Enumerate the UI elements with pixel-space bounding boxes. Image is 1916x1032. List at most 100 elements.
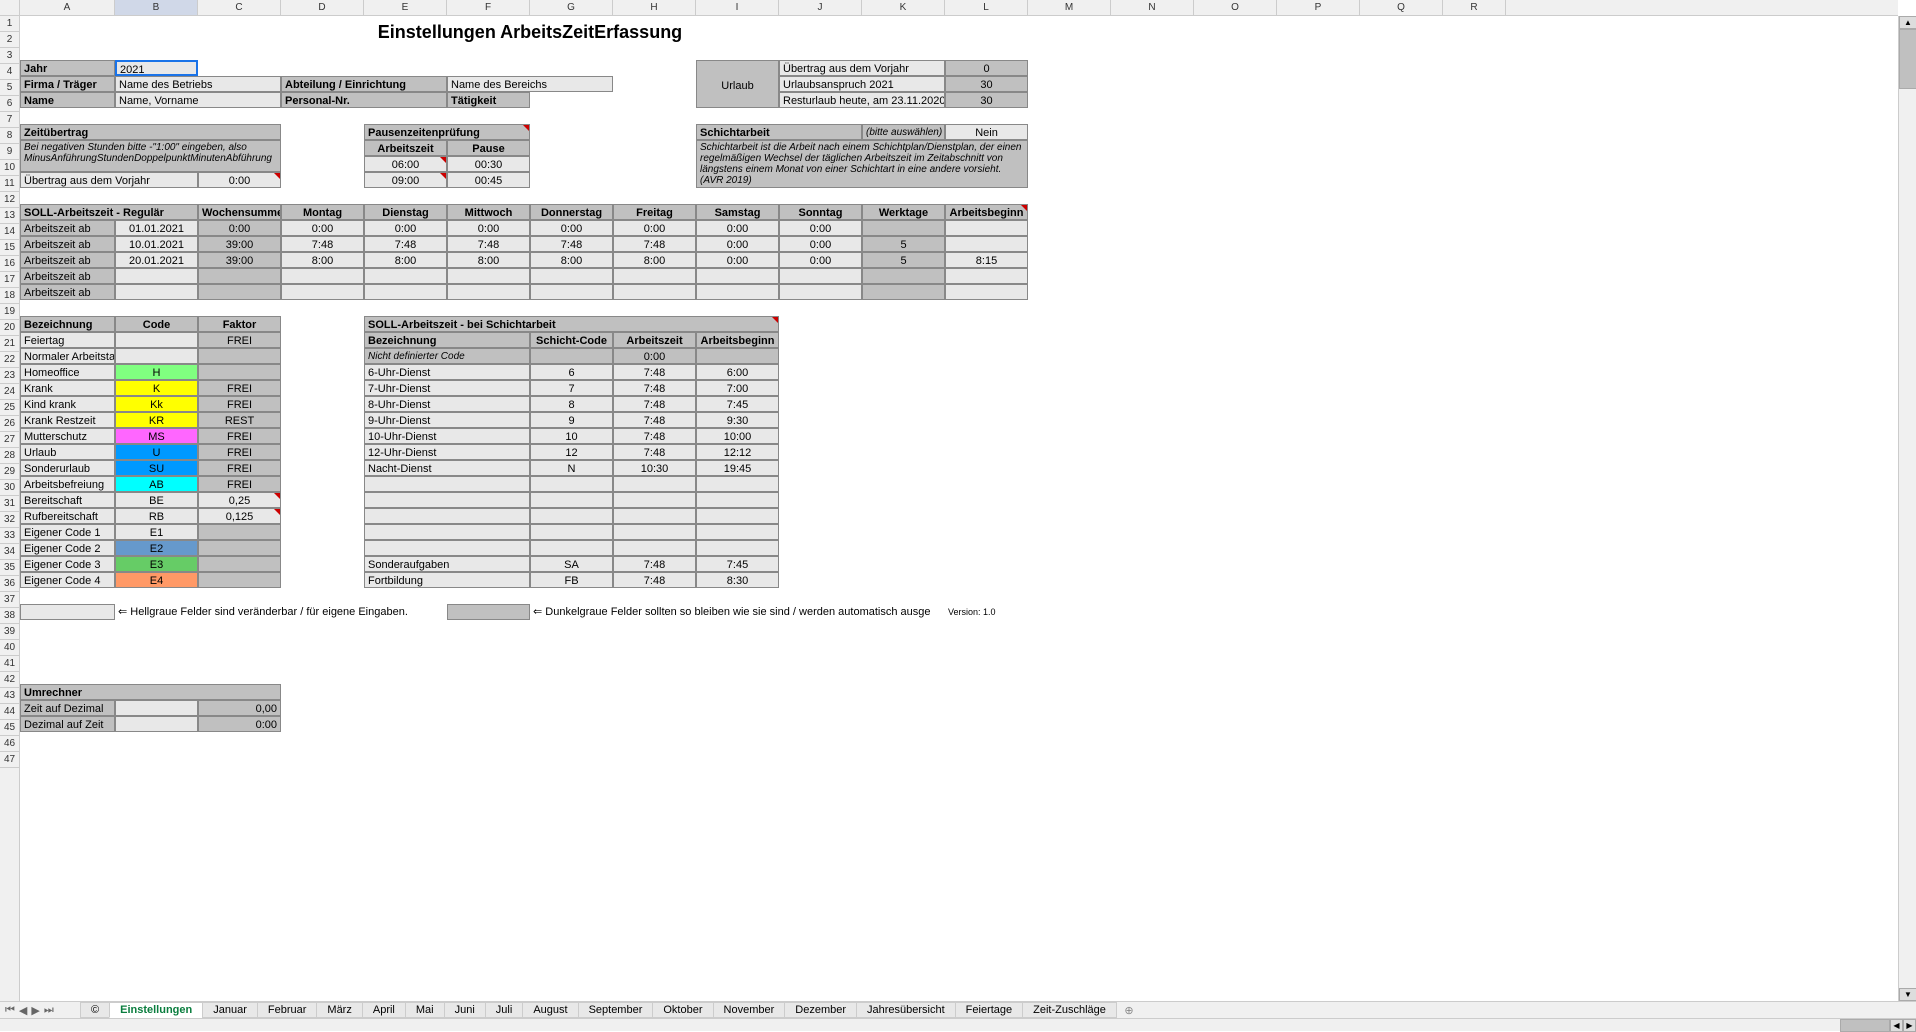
soll-fr-3[interactable] [613,268,696,284]
row-header-4[interactable]: 4 [0,64,19,80]
schichtsoll-h3[interactable]: Arbeitszeit [613,332,696,348]
code-faktor-15[interactable] [198,572,281,588]
pausen-r1-pause[interactable]: 00:30 [447,156,530,172]
schichtsoll-ab-1[interactable]: 7:00 [696,380,779,396]
umrechner-r2-input[interactable] [115,716,198,732]
umrechner-title[interactable]: Umrechner [20,684,281,700]
schichtsoll-extra-ab-1[interactable]: 8:30 [696,572,779,588]
schichtsoll-az-5[interactable]: 7:48 [613,444,696,460]
urlaub-anspruch-label[interactable]: Urlaubsanspruch 2021 [779,76,945,92]
schichtsoll-b-1[interactable]: 7-Uhr-Dienst [364,380,530,396]
soll-wt-3[interactable] [862,268,945,284]
soll-fr-0[interactable]: 0:00 [613,220,696,236]
umrechner-r1-input[interactable] [115,700,198,716]
row-header-19[interactable]: 19 [0,304,19,320]
row-header-32[interactable]: 32 [0,512,19,528]
code-code-2[interactable]: H [115,364,198,380]
horizontal-scrollbar[interactable]: ◀ ▶ [0,1018,1916,1031]
soll-ab-4[interactable] [945,284,1028,300]
schichtsoll-ab-5[interactable]: 12:12 [696,444,779,460]
schicht-hint[interactable]: (bitte auswählen) [862,124,945,140]
row-header-33[interactable]: 33 [0,528,19,544]
schichtsoll-h2[interactable]: Schicht-Code [530,332,613,348]
legend-dark-text[interactable]: ⇐ Dunkelgraue Felder sollten so bleiben … [530,604,945,620]
schichtsoll-ab-4[interactable]: 10:00 [696,428,779,444]
soll-sum-3[interactable] [198,268,281,284]
soll-sa-2[interactable]: 0:00 [696,252,779,268]
schichtsoll-c-1[interactable]: 7 [530,380,613,396]
row-header-21[interactable]: 21 [0,336,19,352]
pausen-r2-arbeitszeit[interactable]: 09:00 [364,172,447,188]
soll-fr-4[interactable] [613,284,696,300]
schichtsoll-b-2[interactable]: 8-Uhr-Dienst [364,396,530,412]
soll-do-0[interactable]: 0:00 [530,220,613,236]
schichtsoll-title[interactable]: SOLL-Arbeitszeit - bei Schichtarbeit [364,316,779,332]
code-code-5[interactable]: KR [115,412,198,428]
row-header-15[interactable]: 15 [0,240,19,256]
soll-header-7[interactable]: Sonntag [779,204,862,220]
soll-so-1[interactable]: 0:00 [779,236,862,252]
abteilung-label[interactable]: Abteilung / Einrichtung [281,76,447,92]
schichtsoll-b-5[interactable]: 12-Uhr-Dienst [364,444,530,460]
column-headers[interactable]: ABCDEFGHIJKLMNOPQR [20,0,1898,16]
row-header-40[interactable]: 40 [0,640,19,656]
umrechner-r2-label[interactable]: Dezimal auf Zeit [20,716,115,732]
code-bezeichnung-10[interactable]: Bereitschaft [20,492,115,508]
schichtsoll-extra-c-1[interactable]: FB [530,572,613,588]
soll-sa-1[interactable]: 0:00 [696,236,779,252]
soll-date-0[interactable]: 01.01.2021 [115,220,198,236]
row-header-47[interactable]: 47 [0,752,19,768]
row-header-26[interactable]: 26 [0,416,19,432]
code-code-1[interactable] [115,348,198,364]
abteilung-input[interactable]: Name des Bereichs [447,76,613,92]
urlaub-uebertrag-value[interactable]: 0 [945,60,1028,76]
sheet-tab-einstellungen[interactable]: Einstellungen [109,1002,203,1018]
code-code-0[interactable] [115,332,198,348]
row-header-31[interactable]: 31 [0,496,19,512]
code-bezeichnung-15[interactable]: Eigener Code 4 [20,572,115,588]
schichtsoll-ab-0[interactable]: 6:00 [696,364,779,380]
tab-prev-icon[interactable]: ◀ [19,1004,27,1017]
soll-fr-2[interactable]: 8:00 [613,252,696,268]
schichtsoll-b-6[interactable]: Nacht-Dienst [364,460,530,476]
firma-input[interactable]: Name des Betriebs [115,76,281,92]
soll-title[interactable]: SOLL-Arbeitszeit - Regulär [20,204,198,220]
soll-mo-1[interactable]: 7:48 [281,236,364,252]
soll-header-0[interactable]: Wochensumme [198,204,281,220]
code-code-15[interactable]: E4 [115,572,198,588]
schichtsoll-c-4[interactable]: 10 [530,428,613,444]
soll-do-4[interactable] [530,284,613,300]
column-header-H[interactable]: H [613,0,696,15]
row-headers[interactable]: 1234567891011121314151617181920212223242… [0,16,20,1001]
urlaub-rest-value[interactable]: 30 [945,92,1028,108]
row-header-25[interactable]: 25 [0,400,19,416]
urlaub-rest-label[interactable]: Resturlaub heute, am 23.11.2020 [779,92,945,108]
code-faktor-11[interactable]: 0,125 [198,508,281,524]
soll-mo-0[interactable]: 0:00 [281,220,364,236]
legend-light-swatch[interactable] [20,604,115,620]
soll-mi-3[interactable] [447,268,530,284]
soll-do-1[interactable]: 7:48 [530,236,613,252]
legend-dark-swatch[interactable] [447,604,530,620]
schichtsoll-ab-6[interactable]: 19:45 [696,460,779,476]
soll-sum-0[interactable]: 0:00 [198,220,281,236]
schichtsoll-az-3[interactable]: 7:48 [613,412,696,428]
code-bezeichnung-6[interactable]: Mutterschutz [20,428,115,444]
code-bezeichnung-14[interactable]: Eigener Code 3 [20,556,115,572]
soll-sa-0[interactable]: 0:00 [696,220,779,236]
sheet-tab-juni[interactable]: Juni [444,1002,486,1018]
schichtsoll-c-5[interactable]: 12 [530,444,613,460]
code-code-12[interactable]: E1 [115,524,198,540]
code-faktor-12[interactable] [198,524,281,540]
scroll-down-button[interactable]: ▼ [1899,988,1916,1001]
column-header-L[interactable]: L [945,0,1028,15]
column-header-D[interactable]: D [281,0,364,15]
soll-sa-3[interactable] [696,268,779,284]
pausen-r1-arbeitszeit[interactable]: 06:00 [364,156,447,172]
row-header-7[interactable]: 7 [0,112,19,128]
spreadsheet-grid[interactable]: Einstellungen ArbeitsZeitErfassungJahr20… [20,16,1898,1001]
soll-date-2[interactable]: 20.01.2021 [115,252,198,268]
row-header-41[interactable]: 41 [0,656,19,672]
sheet-tab-oktober[interactable]: Oktober [652,1002,713,1018]
soll-wt-0[interactable] [862,220,945,236]
